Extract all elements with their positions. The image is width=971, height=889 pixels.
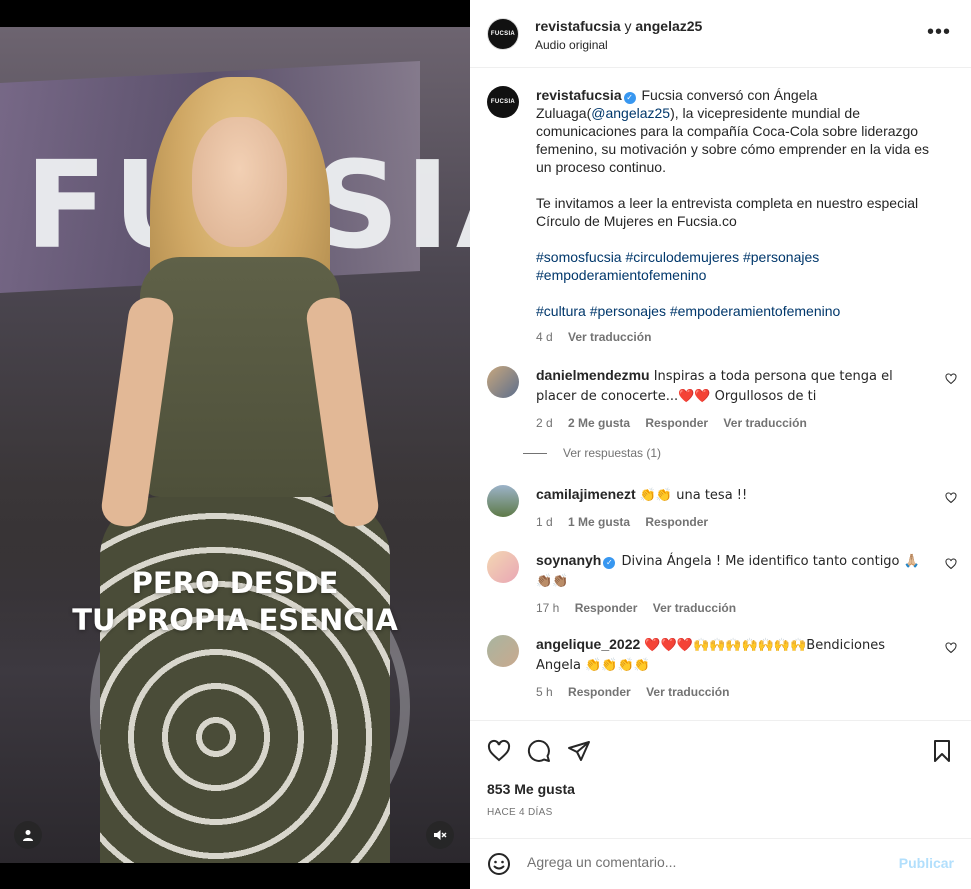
like-comment-heart-icon[interactable] [945, 373, 957, 385]
overlay-line-1: PERO DESDE [131, 566, 339, 600]
post-actions: 853 Me gusta HACE 4 DÍAS [470, 720, 971, 840]
overlay-line-2: TU PROPIA ESENCIA [72, 603, 398, 637]
see-translation-button[interactable]: Ver traducción [723, 416, 806, 430]
avatar[interactable] [487, 485, 519, 517]
emoji-picker-icon[interactable] [487, 852, 511, 876]
post-date: HACE 4 DÍAS [487, 807, 553, 818]
mention-link[interactable]: @angelaz25 [591, 105, 670, 121]
post-details-panel: FUCSIA revistafucsia y angelaz25 Audio o… [470, 0, 971, 889]
user-icon [23, 830, 33, 841]
post-header: FUCSIA revistafucsia y angelaz25 Audio o… [470, 0, 971, 68]
reply-button[interactable]: Responder [575, 601, 638, 615]
comments-scroll-area[interactable]: FUCSIA revistafucsia ✓ Fucsia conversó co… [470, 69, 971, 719]
audio-link[interactable]: Audio original [535, 38, 608, 52]
comment-text: 👏👏 una tesa !! [635, 488, 748, 503]
like-comment-heart-icon[interactable] [945, 492, 957, 504]
comment-username[interactable]: angelique_2022 [536, 636, 640, 652]
reply-button[interactable]: Responder [645, 515, 708, 529]
author-link-1[interactable]: revistafucsia [535, 18, 621, 34]
hashtags-2[interactable]: #cultura #personajes #empoderamientofeme… [536, 302, 941, 320]
speaker-muted-icon [434, 830, 447, 840]
comment-username[interactable]: camilajimenezt [536, 486, 636, 502]
caption-avatar[interactable]: FUCSIA [487, 86, 519, 118]
reply-button[interactable]: Responder [568, 685, 631, 699]
likes-count[interactable]: 853 Me gusta [487, 781, 575, 797]
verified-badge-icon: ✓ [603, 557, 616, 569]
comment-likes-link[interactable]: 2 Me gusta [568, 416, 630, 430]
tagged-users-button[interactable] [14, 821, 42, 849]
more-options-icon[interactable]: ••• [927, 22, 951, 42]
comment-bubble-icon[interactable] [527, 739, 551, 763]
view-replies-button[interactable]: Ver respuestas (1) [523, 446, 661, 460]
see-translation-button[interactable]: Ver traducción [653, 601, 736, 615]
avatar[interactable] [487, 551, 519, 583]
mute-toggle-button[interactable] [426, 821, 454, 849]
save-bookmark-icon[interactable] [930, 739, 954, 763]
see-translation-button[interactable]: Ver traducción [568, 330, 651, 344]
see-translation-button[interactable]: Ver traducción [646, 685, 729, 699]
verified-badge-icon: ✓ [623, 92, 636, 104]
reel-video[interactable]: FUCSIA PERO DESDE TU PROPIA ESENCIA [0, 27, 470, 863]
post-authors: revistafucsia y angelaz25 [535, 18, 703, 34]
comment-username[interactable]: soynanyh [536, 552, 601, 568]
publish-button[interactable]: Publicar [899, 855, 954, 871]
caption-time: 4 d [536, 330, 553, 344]
add-comment-bar: Publicar [470, 838, 971, 889]
caption-paragraph-2: Te invitamos a leer la entrevista comple… [536, 195, 919, 229]
share-paper-plane-icon[interactable] [567, 739, 591, 763]
author-link-2[interactable]: angelaz25 [635, 18, 702, 34]
avatar[interactable] [487, 635, 519, 667]
avatar[interactable] [487, 366, 519, 398]
video-caption-overlay: PERO DESDE TU PROPIA ESENCIA [0, 565, 470, 639]
comment-likes-link[interactable]: 1 Me gusta [568, 515, 630, 529]
comment-input[interactable] [527, 854, 887, 870]
comment-username[interactable]: danielmendezmu [536, 367, 650, 383]
author-avatar[interactable]: FUCSIA [487, 18, 519, 50]
presenter-figure [99, 57, 390, 863]
reply-button[interactable]: Responder [645, 416, 708, 430]
like-heart-icon[interactable] [487, 739, 511, 763]
hashtags-1[interactable]: #somosfucsia #circulodemujeres #personaj… [536, 248, 941, 284]
like-comment-heart-icon[interactable] [945, 558, 957, 570]
like-comment-heart-icon[interactable] [945, 642, 957, 654]
caption-username[interactable]: revistafucsia [536, 87, 622, 103]
